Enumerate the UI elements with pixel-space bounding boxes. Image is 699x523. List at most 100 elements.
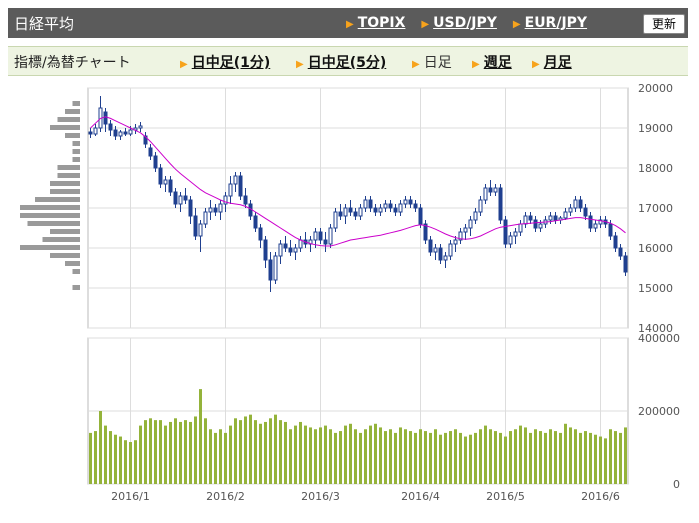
volume-bar [479,429,482,484]
volume-bar [154,420,157,484]
volume-bar [594,434,597,484]
volume-bar [504,436,507,484]
volume-bar [354,429,357,484]
volume-bar [589,432,592,484]
candle-body [348,207,353,213]
volume-bar [339,431,342,484]
volume-bar [134,440,137,484]
volume-bar [434,429,437,484]
volume-bar [279,420,282,484]
volume-bar [499,432,502,484]
candle-body [403,199,408,205]
volume-bar [439,434,442,484]
candle-body [493,187,498,193]
volume-bar [389,429,392,484]
volume-bar [624,427,627,484]
candle-body [428,239,433,253]
volume-bar [239,420,242,484]
volume-bar [429,432,432,484]
candle-body [343,207,348,217]
volume-bar [179,421,182,484]
volume-bar [189,421,192,484]
volume-bar [549,429,552,484]
volume-bar [234,418,237,484]
x-tick-label: 2016/1 [111,490,150,503]
candle-body [183,195,188,201]
candle-body [518,223,523,233]
x-tick-label: 2016/5 [486,490,525,503]
candle-body [478,199,483,213]
candle-body [128,129,133,135]
volume-bar [409,431,412,484]
candle-body [318,231,323,241]
price-histogram-bar [72,141,80,146]
volume-bar [159,420,162,484]
candle-body [168,179,173,193]
volume-bar [94,431,97,484]
volume-tick-label: 400000 [638,332,680,345]
candle-body [383,203,388,209]
volume-bar [564,423,567,484]
stock-chart: 2000019000180001700016000150001400040000… [20,82,680,503]
candle-body [563,211,568,219]
volume-bar [394,432,397,484]
candle-body [163,179,168,185]
candle-body [243,195,248,205]
price-histogram-bar [35,197,80,202]
volume-bar [344,425,347,484]
volume-bar [484,425,487,484]
volume-bar [384,431,387,484]
candle-body [388,203,393,209]
volume-bar [619,432,622,484]
candle-body [218,203,223,213]
candle-body [538,223,543,229]
candle-body [448,243,453,257]
volume-bar [129,442,132,484]
candle-body [158,167,163,185]
candle-body [208,207,213,213]
candle-body [453,239,458,245]
volume-bar [614,431,617,484]
candle-body [393,207,398,213]
candle-body [548,215,553,221]
volume-bar [114,434,117,484]
candle-body [468,219,473,229]
volume-bar [314,429,317,484]
volume-bar [419,429,422,484]
candle-body [263,239,268,261]
volume-bar [144,420,147,484]
price-histogram-bar [50,253,80,258]
volume-bar [604,438,607,484]
price-tick-label: 19000 [638,122,673,135]
volume-bar [109,431,112,484]
volume-bar [149,418,152,484]
candle-body [328,227,333,245]
volume-bar [404,429,407,484]
candle-body [418,207,423,225]
candle-body [568,207,573,213]
volume-bar [204,418,207,484]
candle-body [608,223,613,237]
candle-body [258,227,263,241]
candle-body [408,199,413,205]
price-histogram-bar [72,269,80,274]
candle-body [358,207,363,217]
volume-bar [164,425,167,484]
candle-body [513,231,518,237]
candle-body [363,199,368,209]
candle-body [523,215,528,225]
candle-body [473,211,478,221]
candle-body [123,131,128,135]
candle-body [153,155,158,169]
volume-bar [99,411,102,484]
volume-bar [529,432,532,484]
volume-bar [244,416,247,484]
volume-bar [309,427,312,484]
volume-bar [514,429,517,484]
candle-body [323,239,328,245]
candle-body [588,215,593,229]
price-histogram-bar [72,101,80,106]
volume-bar [424,431,427,484]
volume-bar [584,431,587,484]
candle-body [593,223,598,229]
